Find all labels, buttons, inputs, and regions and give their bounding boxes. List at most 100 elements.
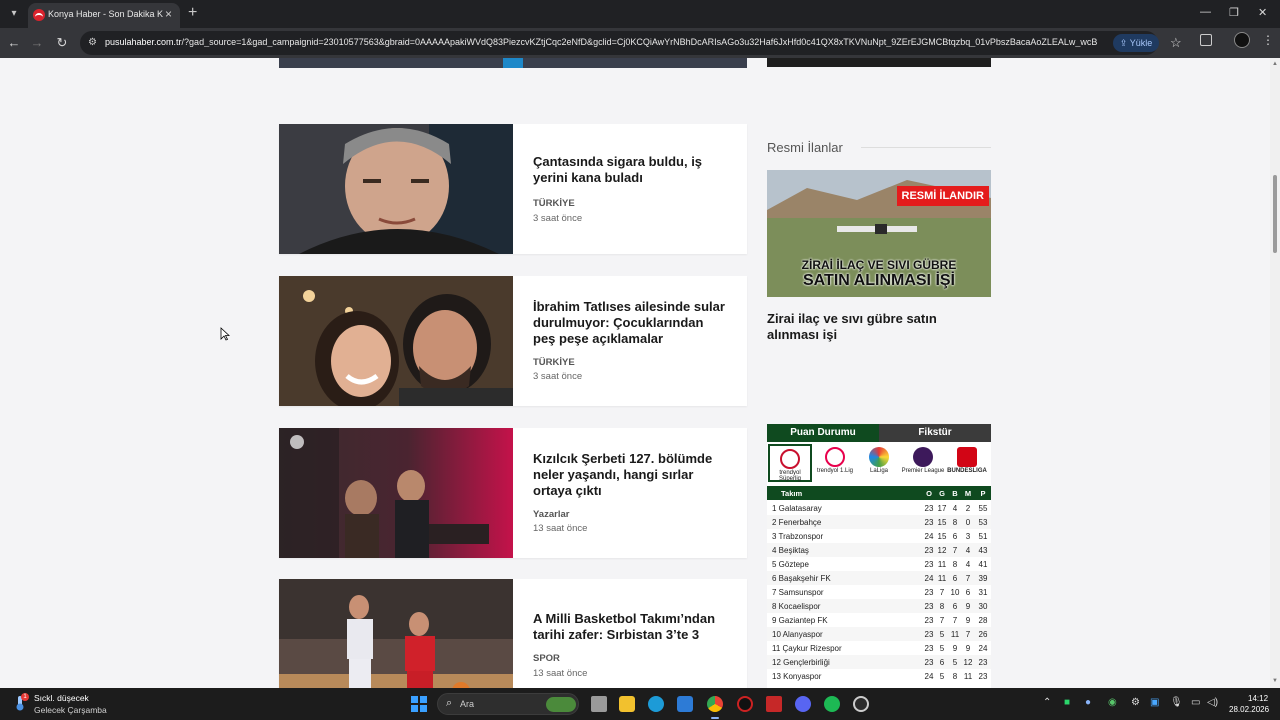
tab-close-icon[interactable]: ×: [165, 7, 172, 21]
bookmark-star-icon[interactable]: ☆: [1170, 35, 1182, 51]
news-category[interactable]: TÜRKİYE: [533, 357, 575, 368]
news-title[interactable]: Çantasında sigara buldu, iş yerini kana …: [533, 154, 728, 186]
slider-indicator[interactable]: [503, 58, 523, 68]
scroll-thumb[interactable]: [1273, 175, 1277, 253]
team-stat: 23: [924, 504, 934, 513]
edge-icon[interactable]: [648, 696, 664, 712]
network-icon[interactable]: ▭: [1191, 697, 1200, 708]
chrome-icon[interactable]: [707, 696, 723, 712]
tray-app-icon[interactable]: ■: [1064, 697, 1070, 708]
news-card[interactable]: A Milli Basketbol Takımı’ndan tarihi zaf…: [279, 579, 747, 688]
resmi-ilan-title[interactable]: Zirai ilaç ve sıvı gübre satın alınması …: [767, 311, 977, 343]
standings-row[interactable]: 2 Fenerbahçe 23 15 8 0 53: [767, 515, 991, 529]
profile-avatar-icon[interactable]: [1234, 32, 1250, 48]
news-title[interactable]: Kızılcık Şerbeti 127. bölümde neler yaşa…: [533, 451, 728, 499]
back-icon[interactable]: ←: [5, 34, 23, 52]
news-title[interactable]: A Milli Basketbol Takımı’ndan tarihi zaf…: [533, 611, 728, 643]
extensions-icon[interactable]: [1200, 34, 1212, 46]
reload-icon[interactable]: ↻: [53, 34, 71, 52]
news-app-icon[interactable]: [766, 696, 782, 712]
news-image-man-selfie[interactable]: [279, 124, 513, 254]
league-superlig[interactable]: trendyol Süperlig: [768, 444, 812, 482]
news-category[interactable]: TÜRKİYE: [533, 198, 575, 209]
news-photo-3: [279, 428, 513, 558]
news-image-tv-scene[interactable]: [279, 428, 513, 558]
team-stat: 8: [939, 602, 945, 611]
install-app-button[interactable]: ⇪ Yükle: [1113, 34, 1159, 52]
standings-row[interactable]: 13 Konyaspor 24 5 8 11 23: [767, 669, 991, 683]
volume-icon[interactable]: ◁): [1207, 697, 1218, 708]
standings-row[interactable]: 11 Çaykur Rizespor 23 5 9 9 24: [767, 641, 991, 655]
league-premier[interactable]: Premier League: [901, 444, 945, 482]
standings-row[interactable]: 3 Trabzonspor 24 15 6 3 51: [767, 529, 991, 543]
standings-row[interactable]: 5 Göztepe 23 11 8 4 41: [767, 557, 991, 571]
restore-icon[interactable]: ❐: [1229, 6, 1239, 19]
active-tab[interactable]: Konya Haber - Son Dakika Konya ×: [28, 3, 180, 28]
league-1lig[interactable]: trendyol 1.Lig: [813, 444, 857, 482]
new-tab-icon[interactable]: +: [188, 4, 197, 22]
team-stat: 23: [978, 672, 988, 681]
clock-date[interactable]: 28.02.2026: [1229, 705, 1269, 714]
tray-gear-icon[interactable]: ⚙: [1131, 697, 1140, 708]
tab-search-chevron-icon[interactable]: ▾: [4, 4, 24, 24]
news-image-couple[interactable]: [279, 276, 513, 406]
weather-subtitle[interactable]: Gelecek Çarşamba: [34, 705, 107, 715]
forward-icon[interactable]: →: [28, 34, 46, 52]
news-category[interactable]: Yazarlar: [533, 509, 569, 520]
team-stat: 17: [937, 504, 947, 513]
tray-overflow-chevron-icon[interactable]: ⌃: [1043, 697, 1051, 708]
steam-icon[interactable]: ●: [1085, 697, 1091, 708]
taskbar-search[interactable]: ⌕ Ara: [437, 693, 579, 715]
news-title[interactable]: İbrahim Tatlıses ailesinde sular durulmu…: [533, 299, 728, 347]
tab-title: Konya Haber - Son Dakika Konya: [48, 9, 163, 19]
standings-row[interactable]: 12 Gençlerbirliği 23 6 5 12 23: [767, 655, 991, 669]
page-scrollbar[interactable]: ▲ ▼: [1270, 58, 1280, 688]
site-settings-icon[interactable]: ⚙: [88, 37, 100, 49]
microphone-icon[interactable]: 🎙: [1170, 697, 1183, 708]
windows-taskbar: 1 Sıckl. düşecek Gelecek Çarşamba ⌕ Ara …: [0, 688, 1280, 720]
news-card[interactable]: Çantasında sigara buldu, iş yerini kana …: [279, 124, 747, 254]
1lig-logo-icon: [825, 447, 845, 467]
tray-sync-icon[interactable]: ◉: [1108, 697, 1117, 708]
windows-start-icon[interactable]: [411, 696, 427, 712]
site-favicon-icon: [33, 9, 45, 21]
tab-puan-durumu[interactable]: Puan Durumu: [767, 424, 879, 442]
scroll-down-arrow-icon[interactable]: ▼: [1272, 678, 1278, 684]
scroll-up-arrow-icon[interactable]: ▲: [1272, 61, 1278, 67]
settings-gear-icon[interactable]: [853, 696, 869, 712]
standings-row[interactable]: 7 Samsunspor 23 7 10 6 31: [767, 585, 991, 599]
task-view-icon[interactable]: [591, 696, 607, 712]
standings-row[interactable]: 4 Beşiktaş 23 12 7 4 43: [767, 543, 991, 557]
clock-time[interactable]: 14:12: [1248, 694, 1268, 703]
standings-row[interactable]: 10 Alanyaspor 23 5 11 7 26: [767, 627, 991, 641]
standings-row[interactable]: 8 Kocaelispor 23 8 6 9 30: [767, 599, 991, 613]
resmi-ilan-image[interactable]: RESMİ İLANDIR ZİRAİ İLAÇ VE SIVI GÜBRE S…: [767, 170, 991, 297]
file-explorer-icon[interactable]: [619, 696, 635, 712]
standings-row[interactable]: 1 Galatasaray 23 17 4 2 55: [767, 501, 991, 515]
app-red-circle-icon[interactable]: [737, 696, 753, 712]
url-text[interactable]: pusulahaber.com.tr/?gad_source=1&gad_cam…: [105, 37, 1110, 47]
team-stat: 15: [937, 518, 947, 527]
close-window-icon[interactable]: ✕: [1258, 6, 1267, 19]
news-photo-4: [279, 579, 513, 688]
ilan-banner-line1: ZİRAİ İLAÇ VE SIVI GÜBRE: [801, 258, 957, 272]
resmi-ilanlar-heading: Resmi İlanlar: [767, 140, 843, 155]
news-card[interactable]: Kızılcık Şerbeti 127. bölümde neler yaşa…: [279, 428, 747, 558]
address-bar[interactable]: ⚙ pusulahaber.com.tr/?gad_source=1&gad_c…: [80, 31, 1182, 55]
spotify-icon[interactable]: [824, 696, 840, 712]
team-stat: 9: [952, 644, 958, 653]
discord-icon[interactable]: [795, 696, 811, 712]
store-icon[interactable]: [677, 696, 693, 712]
standings-row[interactable]: 9 Gaziantep FK 23 7 7 9 28: [767, 613, 991, 627]
news-card[interactable]: İbrahim Tatlıses ailesinde sular durulmu…: [279, 276, 747, 406]
tray-color-icon[interactable]: ▣: [1150, 697, 1159, 708]
news-image-basketball[interactable]: [279, 579, 513, 688]
standings-row[interactable]: 6 Başakşehir FK 24 11 6 7 39: [767, 571, 991, 585]
browser-menu-icon[interactable]: ⋮: [1262, 33, 1274, 47]
weather-title[interactable]: Sıckl. düşecek: [34, 693, 89, 703]
league-laliga[interactable]: LaLiga: [857, 444, 901, 482]
minimize-icon[interactable]: —: [1200, 6, 1211, 18]
league-bundesliga[interactable]: BUNDESLIGA: [945, 444, 989, 482]
tab-fikstur[interactable]: Fikstür: [879, 424, 991, 442]
news-category[interactable]: SPOR: [533, 653, 560, 664]
